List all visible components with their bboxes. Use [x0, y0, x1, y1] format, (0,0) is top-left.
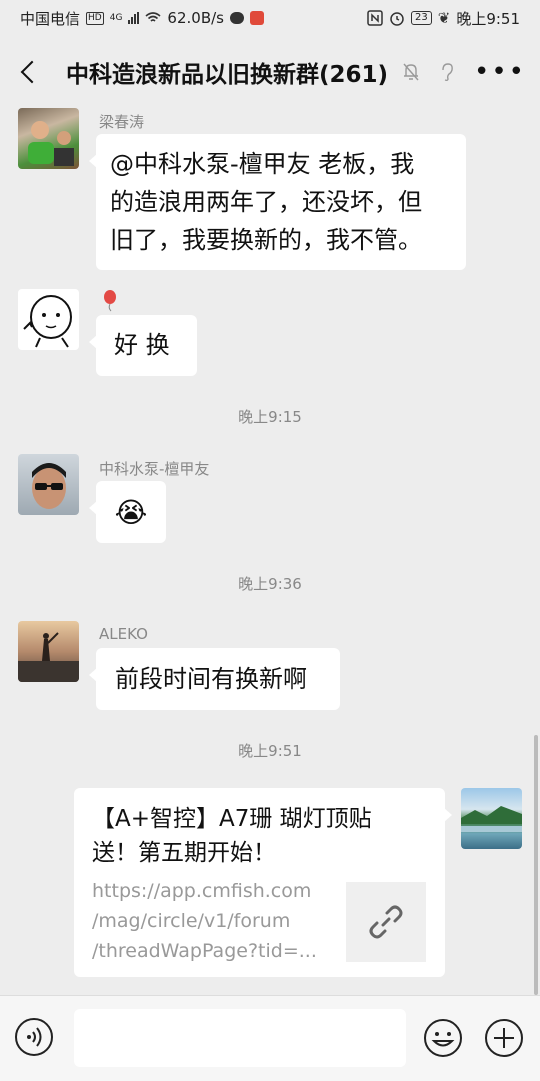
message-input[interactable] — [74, 1009, 406, 1067]
emoji-icon[interactable] — [423, 1018, 463, 1058]
mute-bell-icon — [403, 63, 419, 81]
link-title-line: 送！第五期开始！ — [92, 840, 276, 866]
leaf-icon: ❦ — [437, 9, 451, 27]
plus-icon[interactable] — [484, 1018, 524, 1058]
timestamp: 晚上9:15 — [238, 408, 302, 426]
sender-name: 中科水泵-檀甲友 — [99, 460, 210, 478]
scrollbar[interactable] — [534, 735, 538, 995]
message-bubble[interactable]: 😭 — [89, 481, 166, 543]
battery-icon: 23 — [411, 11, 432, 25]
avatar[interactable] — [18, 621, 79, 682]
link-title-line: 【A+智控】A7珊 瑚灯顶贴 — [92, 806, 372, 832]
chat-title: 中科造浪新品以旧换新群(261) — [66, 62, 389, 88]
message-bubble[interactable]: 前段时间有换新啊 — [89, 648, 340, 710]
link-icon — [369, 905, 403, 939]
avatar[interactable] — [18, 289, 79, 350]
timestamp: 晚上9:51 — [238, 742, 302, 760]
avatar-photo — [18, 632, 79, 682]
carrier-label: 中国电信 — [20, 9, 81, 28]
crying-face-icon: 😭 — [114, 495, 148, 529]
link-url-line: https://app.cmfish.com — [92, 880, 312, 902]
message-line: 旧了，我要换新的，我不管。 — [110, 226, 422, 254]
message-text: 好 换 — [114, 331, 170, 359]
wifi-icon — [145, 12, 161, 22]
net-speed: 62.0B/s — [167, 9, 224, 27]
avatar[interactable] — [18, 108, 79, 169]
chat-header: 中科造浪新品以旧换新群(261) ••• — [0, 36, 540, 108]
nfc-icon — [367, 10, 383, 26]
avatar-photo — [32, 463, 66, 509]
chat-notification-icon — [229, 12, 244, 24]
message-bubble[interactable]: @中科水泵-檀甲友 老板，我 的造浪用两年了，还没坏，但 旧了，我要换新的，我不… — [89, 134, 466, 270]
my-avatar[interactable] — [461, 788, 522, 849]
message-line: @中科水泵-檀甲友 老板，我 — [110, 150, 415, 178]
app-notification-icon — [249, 11, 264, 25]
more-icon[interactable]: ••• — [474, 59, 526, 85]
hd-icon: HD — [86, 11, 104, 25]
sender-name: 梁春涛 — [99, 113, 145, 131]
network-label: 4G — [109, 13, 123, 23]
status-bar: 中国电信 HD 4G 62.0B/s 23 ❦ 晚上9:51 — [0, 0, 540, 36]
back-icon[interactable] — [14, 58, 42, 86]
status-time: 晚上9:51 — [456, 9, 520, 28]
voice-icon[interactable] — [15, 1018, 53, 1056]
avatar[interactable] — [18, 454, 79, 515]
link-url-line: /threadWapPage?tid=... — [92, 940, 317, 962]
input-bar — [0, 995, 540, 1081]
link-card[interactable]: 【A+智控】A7珊 瑚灯顶贴 送！第五期开始！ https://app.cmfi… — [74, 788, 452, 977]
cartoon-face-icon — [23, 295, 72, 348]
message-line: 的造浪用两年了，还没坏，但 — [110, 188, 422, 216]
message-text: 前段时间有换新啊 — [115, 665, 307, 693]
link-url-line: /mag/circle/v1/forum — [92, 910, 291, 932]
balloon-icon — [104, 290, 116, 312]
timestamp: 晚上9:36 — [238, 575, 302, 593]
link-thumbnail — [346, 882, 426, 962]
alarm-icon — [390, 12, 404, 26]
landscape-photo — [461, 806, 522, 832]
sender-name: ALEKO — [99, 625, 148, 643]
earpiece-icon — [442, 63, 453, 82]
message-bubble[interactable]: 好 换 — [89, 315, 197, 376]
signal-icon — [128, 12, 140, 24]
avatar-photo — [28, 121, 74, 166]
